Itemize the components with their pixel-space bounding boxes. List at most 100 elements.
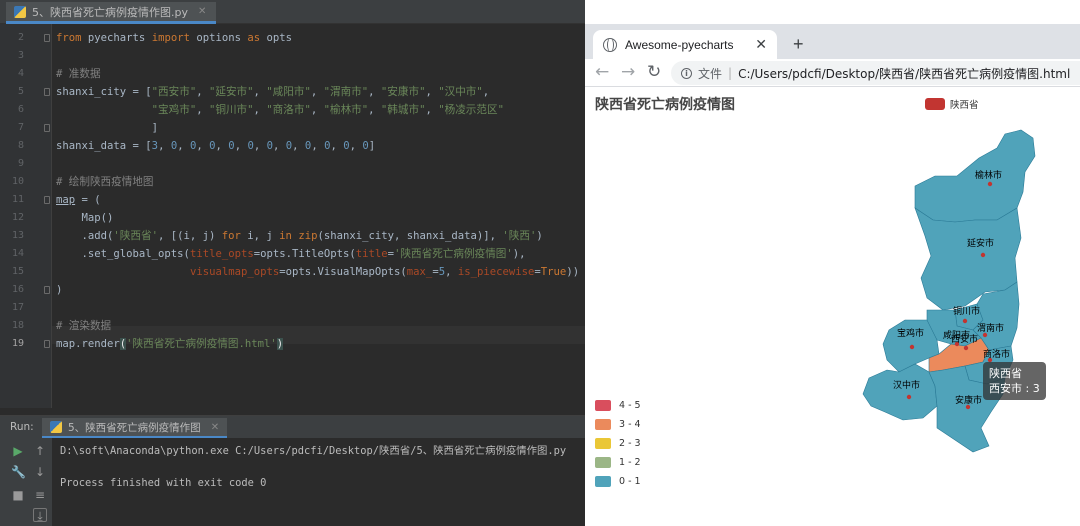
city-label: 渭南市 xyxy=(977,322,1004,334)
run-toolbar: ▶ ↑ 🔧 ↓ ■ ≡ ⤓ xyxy=(0,438,52,526)
line-number: 15 xyxy=(11,266,24,277)
code-line: map.render('陕西省死亡病例疫情图.html') xyxy=(56,338,284,350)
code-editor[interactable]: from pyecharts import options as opts # 准… xyxy=(56,24,585,408)
code-line: ] xyxy=(56,122,159,134)
code-line: # 渲染数据 xyxy=(56,320,112,332)
wrench-icon[interactable]: 🔧 xyxy=(11,465,26,479)
code-line: Map() xyxy=(56,212,114,224)
globe-icon xyxy=(603,37,617,52)
fold-marker-icon[interactable] xyxy=(44,196,50,204)
new-tab-icon[interactable]: + xyxy=(793,34,804,55)
run-panel: Run: 5、陕西省死亡病例疫情作图 ✕ ▶ ↑ 🔧 ↓ ■ ≡ ⤓ D:\so… xyxy=(0,415,585,526)
browser-tab[interactable]: Awesome-pyecharts ✕ xyxy=(593,30,777,59)
chart-page: 陕西省死亡病例疫情图 陕西省 4 - 53 - 42 - 31 - 20 - 1… xyxy=(585,88,1080,526)
run-panel-header: Run: 5、陕西省死亡病例疫情作图 ✕ xyxy=(0,416,585,438)
line-number: 11 xyxy=(11,194,24,205)
rerun-icon[interactable]: ▶ xyxy=(11,444,25,458)
fold-marker-icon[interactable] xyxy=(44,88,50,96)
close-icon[interactable]: ✕ xyxy=(198,6,206,17)
city-marker[interactable] xyxy=(909,344,915,350)
run-output-command: D:\soft\Anaconda\python.exe C:/Users/pdc… xyxy=(60,445,567,457)
city-label: 宝鸡市 xyxy=(897,327,924,339)
map-tooltip: 陕西省 西安市 : 3 xyxy=(983,362,1046,400)
back-icon[interactable]: ← xyxy=(595,62,609,82)
line-number: 16 xyxy=(11,284,24,295)
code-line: .set_global_opts(title_opts=opts.TitleOp… xyxy=(56,248,526,260)
line-number: 19 xyxy=(11,338,24,349)
city-marker[interactable] xyxy=(962,318,968,324)
line-number: 6 xyxy=(17,104,24,115)
line-number: 10 xyxy=(11,176,24,187)
close-icon[interactable]: ✕ xyxy=(755,36,767,53)
line-number: 14 xyxy=(11,248,24,259)
line-number: 17 xyxy=(11,302,24,313)
line-number: 7 xyxy=(17,122,24,133)
editor-file-tab[interactable]: 5、陕西省死亡病例疫情作图.py ✕ xyxy=(6,2,217,24)
region-hanzhong[interactable] xyxy=(862,363,938,421)
line-number: 3 xyxy=(17,50,24,61)
soft-wrap-icon[interactable]: ≡ xyxy=(33,488,47,502)
code-line: visualmap_opts=opts.VisualMapOpts(max_=5… xyxy=(189,266,580,278)
city-label: 汉中市 xyxy=(893,379,920,391)
city-marker[interactable] xyxy=(906,394,912,400)
line-number: 5 xyxy=(17,86,24,97)
line-number: 8 xyxy=(17,140,24,151)
run-label: Run: xyxy=(10,421,34,433)
browser-tab-title: Awesome-pyecharts xyxy=(625,37,734,52)
pycharm-ide: 5、陕西省死亡病例疫情作图.py ✕ 2 3 4 5 6 7 8 9 10 11 12 13 14 15 1… xyxy=(0,0,585,526)
editor-tab-bar: 5、陕西省死亡病例疫情作图.py ✕ xyxy=(0,0,585,24)
fold-marker-icon[interactable] xyxy=(44,340,50,348)
city-label: 延安市 xyxy=(967,237,994,249)
code-line: shanxi_city = ["西安市", "延安市", "咸阳市", "渭南市… xyxy=(56,86,490,98)
line-number: 18 xyxy=(11,320,24,331)
fold-marker-icon[interactable] xyxy=(44,286,50,294)
code-line: map = ( xyxy=(56,194,101,206)
city-label: 西安市 xyxy=(951,333,978,345)
city-marker[interactable] xyxy=(980,252,986,258)
address-bar[interactable]: i 文件 | C:/Users/pdcfi/Desktop/陕西省/陕西省死亡病… xyxy=(671,61,1080,85)
line-number: 4 xyxy=(17,68,24,79)
code-line: shanxi_data = [3, 0, 0, 0, 0, 0, 0, 0, 0… xyxy=(56,140,376,152)
tooltip-value: 西安市 : 3 xyxy=(989,382,1040,395)
address-url: C:/Users/pdcfi/Desktop/陕西省/陕西省死亡病例疫情图.ht… xyxy=(738,66,1071,81)
scroll-up-icon[interactable]: ↑ xyxy=(33,444,47,458)
line-number: 9 xyxy=(17,158,24,169)
editor-file-tab-label: 5、陕西省死亡病例疫情作图.py xyxy=(32,5,188,19)
city-label: 铜川市 xyxy=(953,305,980,317)
code-line: from pyecharts import options as opts xyxy=(56,32,293,44)
forward-icon[interactable]: → xyxy=(621,62,635,82)
info-icon[interactable]: i xyxy=(681,67,692,79)
python-file-icon xyxy=(50,421,62,433)
line-number: 13 xyxy=(11,230,24,241)
fold-marker-icon[interactable] xyxy=(44,124,50,132)
browser-window: Awesome-pyecharts ✕ + ← → ↻ i 文件 | C:/Us… xyxy=(585,0,1080,526)
fold-marker-icon[interactable] xyxy=(44,34,50,42)
run-output-exit: Process finished with exit code 0 xyxy=(60,477,267,489)
address-scheme-label: 文件 xyxy=(698,66,723,81)
code-line: ) xyxy=(56,284,63,296)
city-marker[interactable] xyxy=(987,181,993,187)
code-line: "宝鸡市", "铜川市", "商洛市", "榆林市", "韩城市", "杨凌示范… xyxy=(151,104,504,116)
code-line: # 绘制陕西疫情地图 xyxy=(56,176,154,188)
city-label: 安康市 xyxy=(955,394,982,406)
line-number: 2 xyxy=(17,32,24,43)
close-icon[interactable]: ✕ xyxy=(211,422,219,433)
reload-icon[interactable]: ↻ xyxy=(647,62,661,82)
code-line: # 准数据 xyxy=(56,68,101,80)
tooltip-series: 陕西省 xyxy=(989,367,1022,380)
browser-toolbar: ← → ↻ i 文件 | C:/Users/pdcfi/Desktop/陕西省/… xyxy=(585,59,1080,87)
line-number-gutter: 2 3 4 5 6 7 8 9 10 11 12 13 14 15 16 17 18 19 xyxy=(0,24,52,408)
code-line: .add('陕西省', [(i, j) for i, j in zip(shan… xyxy=(56,230,543,242)
city-label: 商洛市 xyxy=(983,348,1010,360)
scroll-to-end-icon[interactable]: ⤓ xyxy=(33,508,47,523)
scroll-down-icon[interactable]: ↓ xyxy=(33,465,47,479)
stop-icon[interactable]: ■ xyxy=(11,488,25,502)
run-config-tab[interactable]: 5、陕西省死亡病例疫情作图 ✕ xyxy=(42,418,228,438)
browser-tab-strip: Awesome-pyecharts ✕ + xyxy=(585,24,1080,59)
city-marker[interactable] xyxy=(963,345,969,351)
line-number: 12 xyxy=(11,212,24,223)
city-label: 榆林市 xyxy=(975,169,1002,181)
run-config-tab-label: 5、陕西省死亡病例疫情作图 xyxy=(68,421,201,434)
address-separator: | xyxy=(728,66,733,80)
shaanxi-map: 榆林市延安市铜川市宝鸡市 咸阳市渭南市西安市商洛市汉中市安康市 xyxy=(862,129,1036,453)
